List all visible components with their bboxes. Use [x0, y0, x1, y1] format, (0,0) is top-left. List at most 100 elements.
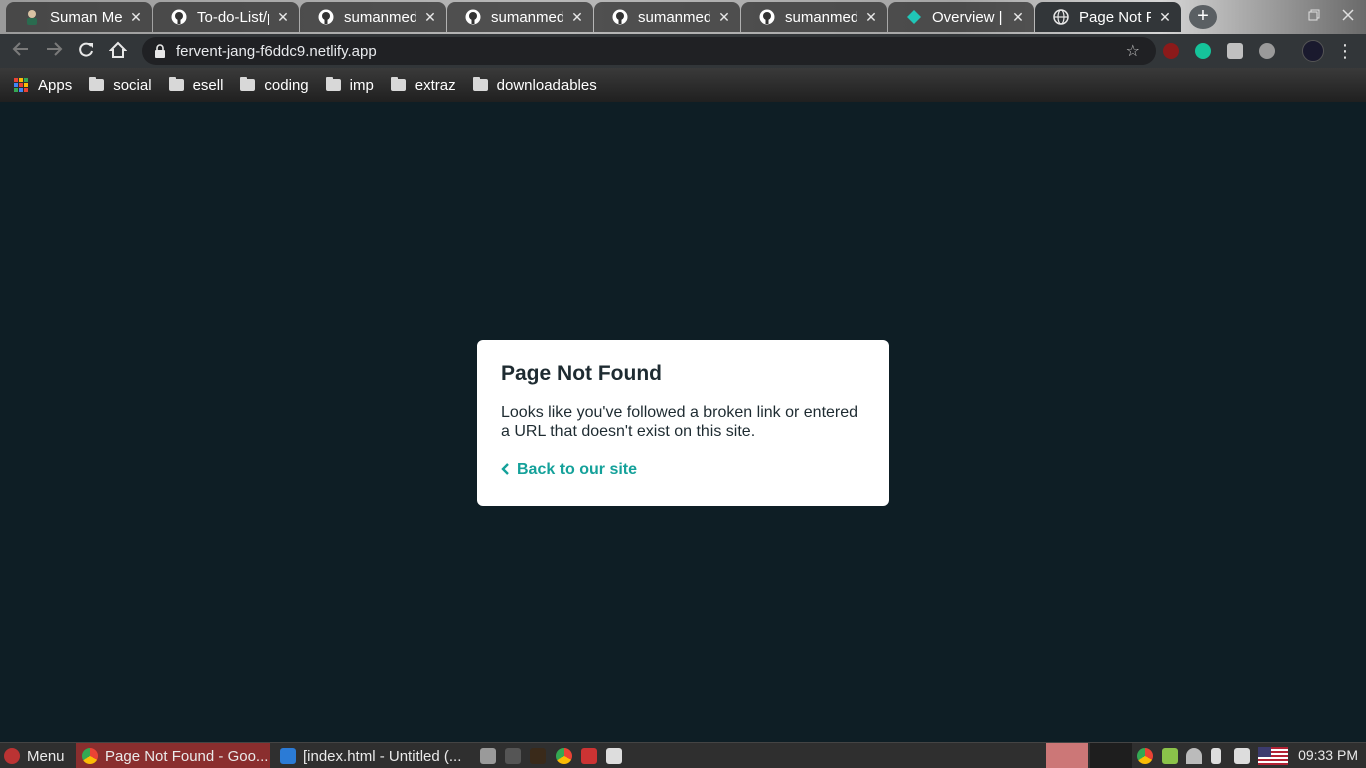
chrome-icon: [82, 748, 98, 764]
chrome-launcher-icon[interactable]: [556, 748, 572, 764]
tab-title: Page Not Fo: [1079, 8, 1151, 26]
bookmark-folder-downloadables[interactable]: downloadables: [472, 76, 597, 94]
bookmark-folder-imp[interactable]: imp: [325, 76, 374, 94]
folder-icon: [390, 77, 406, 91]
bookmark-label: esell: [192, 76, 224, 94]
taskbar-clock[interactable]: 09:33 PM: [1298, 747, 1358, 763]
media-player-icon[interactable]: [530, 748, 546, 764]
workspace-2-thumbnail[interactable]: [1090, 743, 1132, 768]
taskbar-window-label: Page Not Found - Goo...: [105, 747, 269, 765]
back-to-site-link[interactable]: Back to our site: [501, 461, 865, 479]
close-icon[interactable]: ✕: [716, 9, 732, 26]
taskbar-window-vscode[interactable]: [index.html - Untitled (...: [280, 743, 474, 768]
tab-title: To-do-List/p: [197, 8, 269, 26]
tab-4[interactable]: sumanmedc ✕: [594, 2, 740, 32]
start-menu-button[interactable]: Menu: [4, 743, 65, 768]
bookmark-folder-coding[interactable]: coding: [240, 76, 309, 94]
back-arrow-icon[interactable]: [10, 41, 32, 61]
us-flag-icon[interactable]: [1258, 747, 1288, 765]
bookmark-label: downloadables: [496, 76, 597, 94]
error-message: Looks like you've followed a broken link…: [501, 404, 859, 440]
grammarly-icon[interactable]: [1195, 43, 1211, 59]
tab-title: sumanmedc: [785, 8, 857, 26]
filezilla-icon[interactable]: [581, 748, 597, 764]
profile-avatar[interactable]: [1302, 40, 1324, 62]
address-bar[interactable]: fervent-jang-f6ddc9.netlify.app ☆: [142, 37, 1156, 65]
new-tab-button[interactable]: +: [1189, 5, 1217, 29]
close-icon[interactable]: ✕: [1010, 9, 1026, 26]
system-taskbar: Menu Page Not Found - Goo... [index.html…: [0, 742, 1366, 768]
chevron-left-icon: [501, 462, 509, 478]
github-icon: [759, 9, 775, 25]
tab-title: sumanmedc: [344, 8, 416, 26]
folder-icon: [168, 77, 184, 91]
tab-2[interactable]: sumanmedc ✕: [300, 2, 446, 32]
netlify-icon: [906, 9, 922, 25]
menu-label: Menu: [27, 747, 65, 765]
dark-mode-extension-icon[interactable]: [1259, 43, 1275, 59]
bookmark-folder-extraz[interactable]: extraz: [390, 76, 456, 94]
reload-icon[interactable]: [75, 41, 97, 61]
page-title: Page Not Found: [501, 362, 662, 385]
tab-1[interactable]: To-do-List/p ✕: [153, 2, 299, 32]
bookmark-folder-social[interactable]: social: [89, 76, 152, 94]
forward-arrow-icon[interactable]: [43, 41, 65, 61]
folder-icon: [240, 77, 256, 91]
browser-tab-strip: Suman Med ✕ To-do-List/p ✕ sumanmedc ✕ s…: [0, 0, 1366, 34]
folder-icon: [89, 77, 105, 91]
lock-icon[interactable]: [154, 44, 166, 58]
bookmark-label: extraz: [414, 76, 456, 94]
tab-title: Overview | N: [932, 8, 1004, 26]
bookmark-label: imp: [349, 76, 374, 94]
menu-dots-icon[interactable]: ⋮: [1334, 41, 1356, 61]
close-icon[interactable]: ✕: [422, 9, 438, 26]
tab-title: sumanmedc: [638, 8, 710, 26]
terminal-icon[interactable]: [505, 748, 521, 764]
close-window-icon[interactable]: [1342, 8, 1354, 24]
shield-extension-icon[interactable]: [1227, 43, 1243, 59]
workspace-1-thumbnail[interactable]: [1046, 743, 1088, 768]
tab-0[interactable]: Suman Med ✕: [6, 2, 152, 32]
page-viewport: Page Not Found Looks like you've followe…: [0, 102, 1366, 742]
github-icon: [465, 9, 481, 25]
taskbar-window-chrome[interactable]: Page Not Found - Goo...: [76, 743, 270, 768]
browser-toolbar: fervent-jang-f6ddc9.netlify.app ☆ ⋮: [0, 34, 1366, 68]
close-icon[interactable]: ✕: [569, 9, 585, 26]
restore-window-icon[interactable]: [1308, 8, 1320, 24]
vscode-icon: [280, 748, 296, 764]
folder-icon: [472, 77, 488, 91]
bookmark-star-icon[interactable]: ☆: [1126, 41, 1140, 61]
tab-3[interactable]: sumanmedc ✕: [447, 2, 593, 32]
battery-icon[interactable]: [1211, 748, 1221, 764]
address-url[interactable]: fervent-jang-f6ddc9.netlify.app: [176, 43, 377, 60]
shield-check-icon[interactable]: [1162, 748, 1178, 764]
folder-icon: [325, 77, 341, 91]
bookmarks-bar: Apps social esell coding imp extraz down…: [0, 68, 1366, 102]
tab-6[interactable]: Overview | N ✕: [888, 2, 1034, 32]
notes-icon[interactable]: [606, 748, 622, 764]
taskbar-window-label: [index.html - Untitled (...: [303, 747, 462, 765]
github-icon: [171, 9, 187, 25]
not-found-card: Page Not Found Looks like you've followe…: [477, 340, 889, 506]
chrome-tray-icon[interactable]: [1137, 748, 1153, 764]
close-icon[interactable]: ✕: [863, 9, 879, 26]
bookmark-label: coding: [264, 76, 309, 94]
github-icon: [612, 9, 628, 25]
close-icon[interactable]: ✕: [1157, 9, 1173, 26]
ublock-origin-icon[interactable]: [1163, 43, 1179, 59]
file-manager-icon[interactable]: [480, 748, 496, 764]
menu-logo-icon: [4, 748, 20, 764]
tab-5[interactable]: sumanmedc ✕: [741, 2, 887, 32]
bookmark-apps[interactable]: Apps: [14, 77, 72, 94]
github-icon: [318, 9, 334, 25]
bookmark-folder-esell[interactable]: esell: [168, 76, 224, 94]
tab-title: sumanmedc: [491, 8, 563, 26]
volume-icon[interactable]: [1234, 748, 1250, 764]
tab-7-active[interactable]: Page Not Fo ✕: [1035, 2, 1181, 32]
home-icon[interactable]: [107, 41, 129, 61]
bookmark-label: social: [113, 76, 152, 94]
close-icon[interactable]: ✕: [275, 9, 291, 26]
globe-icon: [1053, 9, 1069, 25]
wifi-icon[interactable]: [1186, 748, 1202, 764]
close-icon[interactable]: ✕: [128, 9, 144, 26]
